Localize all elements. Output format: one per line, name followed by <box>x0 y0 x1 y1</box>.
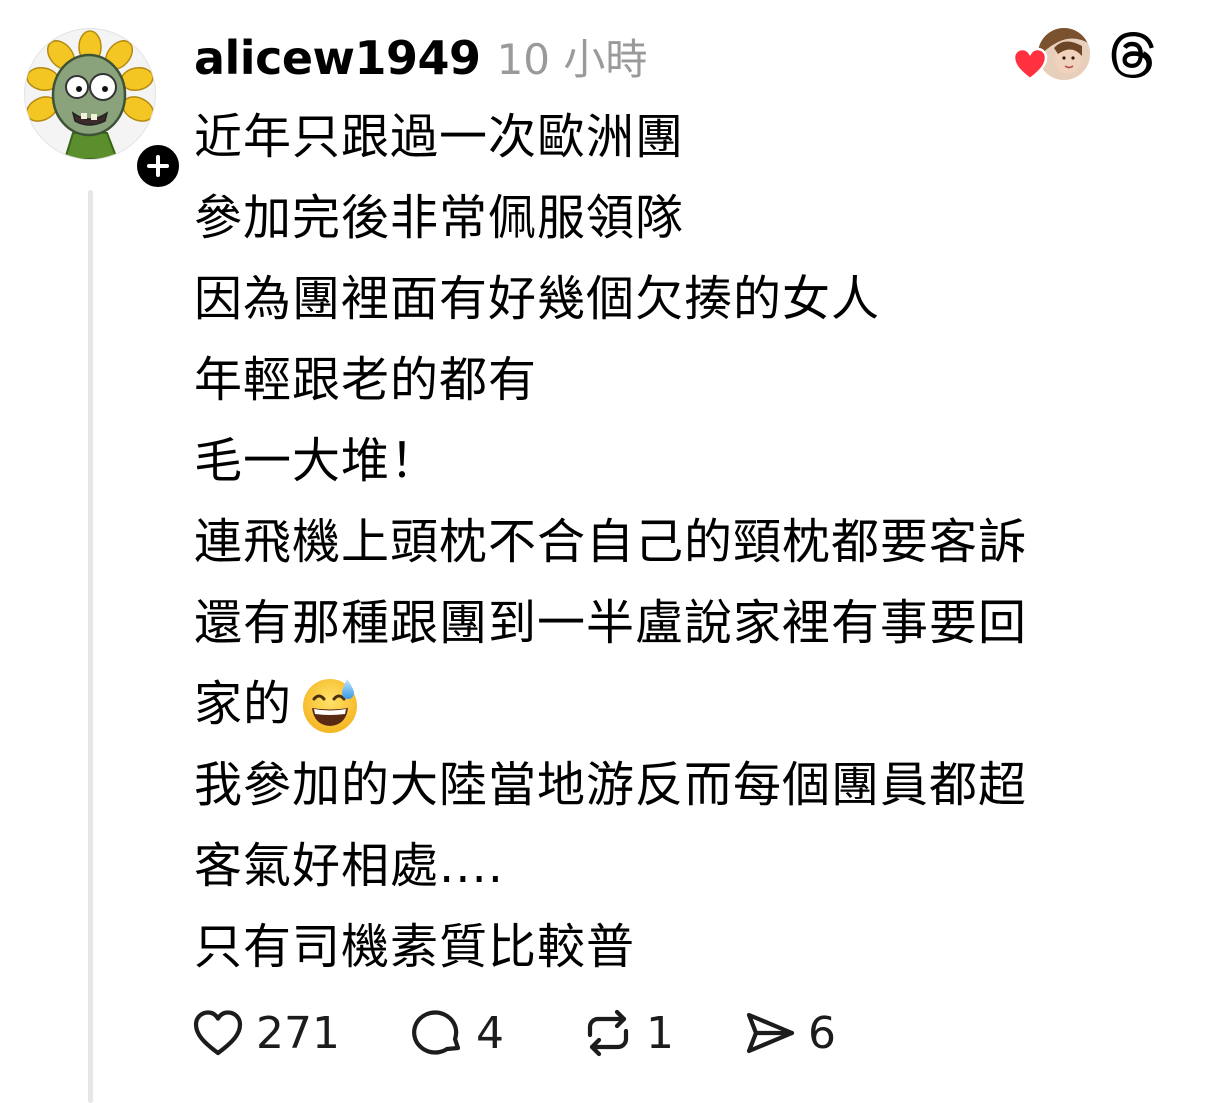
avatar[interactable] <box>24 28 156 160</box>
grinning-face-with-sweat-icon <box>303 678 358 733</box>
body-line-text: 家的 <box>194 676 293 732</box>
zombie-sunflower-avatar-icon <box>26 30 154 159</box>
post-body: 近年只跟過一次歐洲團 參加完後非常佩服領隊 因為團裡面有好幾個欠揍的女人 年輕跟… <box>194 97 1174 988</box>
timestamp: 10 小時 <box>496 35 648 84</box>
repost-arrows-icon <box>587 1009 629 1057</box>
like-count: 271 <box>256 1007 340 1059</box>
follow-button[interactable] <box>132 140 184 192</box>
threads-icon[interactable] <box>1108 30 1158 80</box>
action-bar: 271 4 1 6 <box>190 1004 862 1062</box>
plus-icon <box>147 155 169 177</box>
reply-count: 4 <box>476 1007 504 1059</box>
body-line: 近年只跟過一次歐洲團 <box>194 109 685 165</box>
body-line: 年輕跟老的都有 <box>194 352 538 408</box>
post-header: alicew1949 10 小時 <box>194 26 647 86</box>
body-line-with-emoji: 家的 <box>194 664 1174 745</box>
threads-post: alicew1949 10 小時 近年只跟過一次歐洲團 參加完後非常佩服領隊 因… <box>0 0 1206 1103</box>
body-line: 毛一大堆！ <box>194 433 440 489</box>
liked-by-indicator[interactable] <box>1012 28 1090 84</box>
share-button[interactable]: 6 <box>742 1005 862 1061</box>
body-line: 只有司機素質比較普 <box>194 919 636 975</box>
author-avatar-container <box>24 28 184 192</box>
username[interactable]: alicew1949 <box>194 31 481 85</box>
like-button[interactable]: 271 <box>190 1005 410 1061</box>
heart-icon <box>1012 47 1048 81</box>
thread-line <box>88 190 93 1103</box>
repost-button[interactable]: 1 <box>580 1005 742 1061</box>
body-line: 我參加的大陸當地游反而每個團員都超 <box>194 757 1028 813</box>
comment-bubble-icon <box>412 1010 461 1055</box>
reply-button[interactable]: 4 <box>410 1005 580 1061</box>
heart-outline-icon <box>193 1010 243 1056</box>
body-line: 因為團裡面有好幾個欠揍的女人 <box>194 271 881 327</box>
repost-count: 1 <box>646 1007 674 1059</box>
body-line: 連飛機上頭枕不合自己的頸枕都要客訴 <box>194 514 1028 570</box>
share-count: 6 <box>808 1007 836 1059</box>
send-icon <box>746 1012 795 1054</box>
body-line: 客氣好相處.... <box>194 838 505 894</box>
body-line: 還有那種跟團到一半盧說家裡有事要回 <box>194 595 1028 651</box>
body-line: 參加完後非常佩服領隊 <box>194 190 685 246</box>
